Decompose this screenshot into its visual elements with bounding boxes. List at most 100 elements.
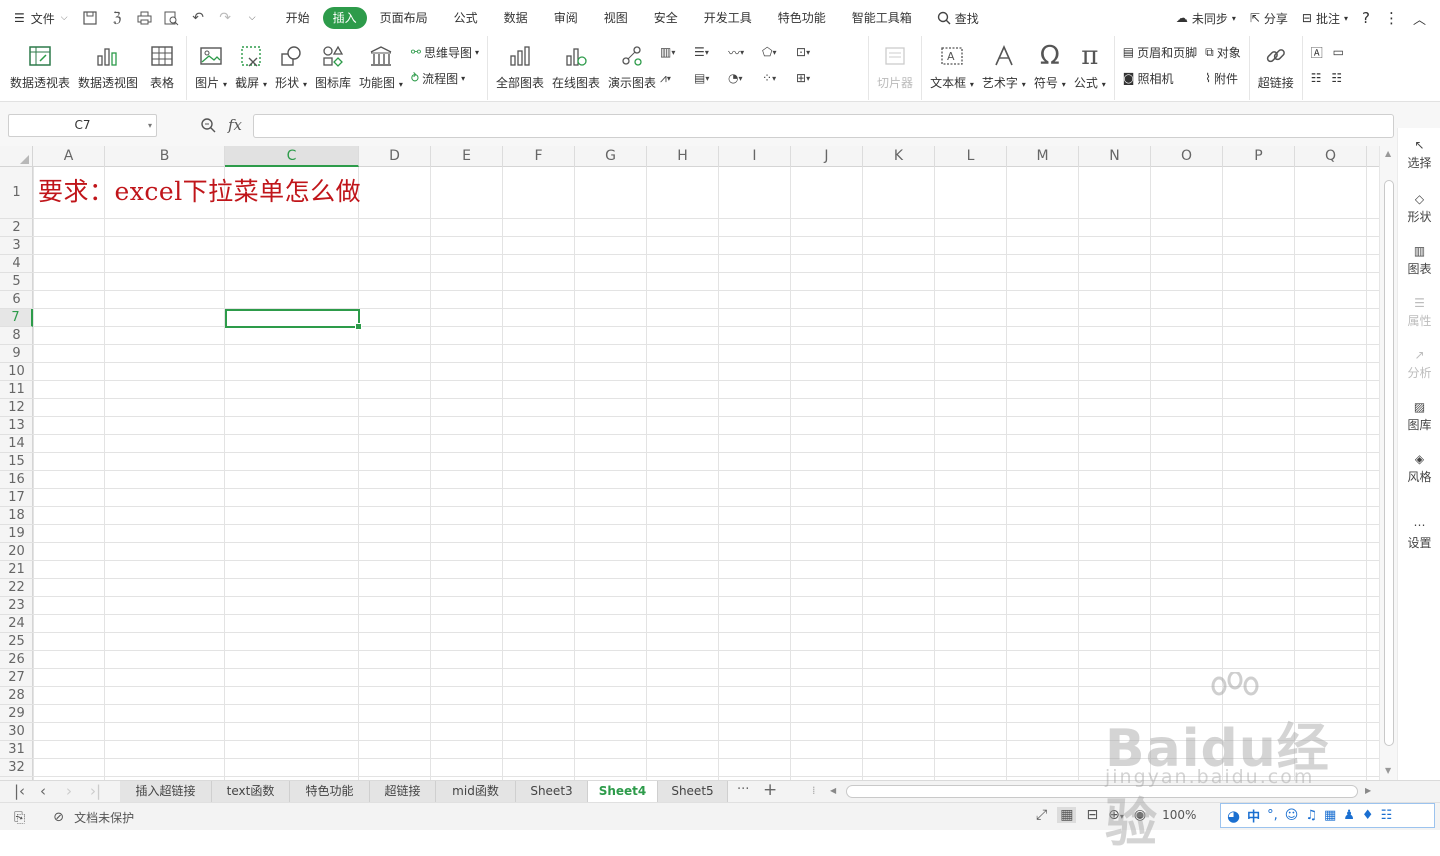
page-break-view-icon[interactable]: ⊟ — [1086, 807, 1098, 823]
sidebar-analysis-button[interactable]: ↗ 分析 — [1398, 346, 1440, 381]
shape-button[interactable]: 形状 ▾ — [271, 41, 311, 91]
row-header-9[interactable]: 9 — [0, 345, 33, 363]
row-header-7[interactable]: 7 — [0, 309, 33, 327]
hscroll-left-icon[interactable]: ◀ — [830, 786, 836, 795]
tab-security[interactable]: 安全 — [641, 7, 691, 29]
column-header-c[interactable]: C — [225, 146, 359, 167]
normal-view-icon[interactable]: ▦ — [1057, 807, 1077, 823]
sheet-tab-3[interactable]: 超链接 — [370, 781, 436, 802]
slicer-button[interactable]: 切片器 — [873, 41, 917, 91]
hyperlink-button[interactable]: 超链接 — [1254, 41, 1298, 91]
sidebar-gallery-button[interactable]: ▨ 图库 — [1398, 398, 1440, 433]
prev-sheet-icon[interactable]: ‹ — [40, 782, 46, 800]
more-options-icon[interactable]: ⋮ — [1384, 9, 1399, 27]
ime-punctuation-icon[interactable]: °, — [1267, 808, 1278, 823]
ime-skin-icon[interactable]: ♦ — [1362, 808, 1374, 823]
row-header-3[interactable]: 3 — [0, 237, 33, 255]
ime-menu-icon[interactable]: ☷ — [1381, 808, 1393, 823]
undo-icon[interactable]: ↶ — [186, 6, 211, 30]
protect-status[interactable]: 文档未保护 — [74, 809, 134, 826]
row-header-24[interactable]: 24 — [0, 615, 33, 633]
tab-insert[interactable]: 插入 — [322, 7, 367, 29]
sheet-tab-4[interactable]: mid函数 — [436, 781, 516, 802]
ime-language[interactable]: 中 — [1247, 806, 1260, 825]
tab-data[interactable]: 数据 — [491, 7, 541, 29]
textbox-small-icon[interactable]: 🄰 — [1311, 44, 1323, 61]
mind-map-button[interactable]: ⚯ 思维导图 ▾ — [411, 43, 479, 61]
camera-button[interactable]: ◙ 照相机 — [1123, 69, 1197, 87]
ime-voice-icon[interactable]: ♫ — [1305, 808, 1317, 823]
row-header-17[interactable]: 17 — [0, 489, 33, 507]
ime-emoji-icon[interactable]: ☺ — [1285, 808, 1299, 823]
row-header-12[interactable]: 12 — [0, 399, 33, 417]
row-header-8[interactable]: 8 — [0, 327, 33, 345]
cell-area[interactable] — [33, 167, 1379, 780]
format-painter-icon[interactable]: ℨ — [105, 6, 130, 30]
comment-button[interactable]: ⊟ 批注 ▾ — [1302, 10, 1348, 27]
column-header-q[interactable]: Q — [1295, 146, 1367, 167]
collapse-ribbon-icon[interactable]: ︿ — [1413, 9, 1426, 28]
symbol-button[interactable]: Ω 符号 ▾ — [1030, 41, 1070, 91]
combo-chart-icon[interactable]: ⊞ ▾ — [796, 69, 830, 87]
tab-special[interactable]: 特色功能 — [765, 7, 839, 29]
row-header-27[interactable]: 27 — [0, 669, 33, 687]
column-header-m[interactable]: M — [1007, 146, 1079, 167]
zoom-formula-icon[interactable] — [200, 117, 216, 133]
column-header-e[interactable]: E — [431, 146, 503, 167]
sidebar-more-button[interactable]: ⋯ 设置 — [1398, 516, 1440, 551]
sheet-tab-2[interactable]: 特色功能 — [290, 781, 370, 802]
help-icon[interactable]: ? — [1362, 9, 1370, 27]
pivot-table-button[interactable]: 数据透视表 — [6, 41, 74, 91]
row-header-14[interactable]: 14 — [0, 435, 33, 453]
row-header-13[interactable]: 13 — [0, 417, 33, 435]
row-header-25[interactable]: 25 — [0, 633, 33, 651]
icon-library-button[interactable]: 图标库 — [311, 41, 355, 91]
stacked-column-icon[interactable]: ▤ ▾ — [694, 69, 728, 87]
cell-a1[interactable]: 要求：excel下拉菜单怎么做 — [38, 172, 361, 208]
selected-cell-c7[interactable] — [225, 309, 362, 330]
list-small-icon[interactable]: ☷ — [1311, 71, 1322, 85]
radar-chart-icon[interactable]: ⬠ ▾ — [762, 43, 796, 61]
row-header-20[interactable]: 20 — [0, 543, 33, 561]
column-header-d[interactable]: D — [359, 146, 431, 167]
column-header-n[interactable]: N — [1079, 146, 1151, 167]
row-header-1[interactable]: 1 — [0, 167, 33, 219]
eye-protection-icon[interactable]: ◉ — [1134, 807, 1146, 823]
table-button[interactable]: 表格 — [142, 41, 182, 91]
header-footer-button[interactable]: ▤ 页眉和页脚 — [1123, 43, 1197, 61]
row-header-30[interactable]: 30 — [0, 723, 33, 741]
column-header-f[interactable]: F — [503, 146, 575, 167]
save-icon[interactable] — [78, 6, 103, 30]
scatter-chart-icon[interactable]: ⁘ ▾ — [762, 69, 796, 87]
sidebar-cursor-button[interactable]: ↖ 选择 — [1398, 136, 1440, 171]
tab-developer[interactable]: 开发工具 — [691, 7, 765, 29]
row-header-10[interactable]: 10 — [0, 363, 33, 381]
row-header-23[interactable]: 23 — [0, 597, 33, 615]
column-header-o[interactable]: O — [1151, 146, 1223, 167]
demo-chart-button[interactable]: 演示图表 — [604, 41, 660, 91]
sync-button[interactable]: ☁ 未同步 ▾ — [1176, 10, 1236, 27]
online-chart-button[interactable]: 在线图表 — [548, 41, 604, 91]
row-header-4[interactable]: 4 — [0, 255, 33, 273]
search-button[interactable]: 查找 — [937, 10, 979, 27]
last-sheet-icon[interactable]: ›| — [90, 782, 101, 800]
flow-chart-button[interactable]: ⥁ 流程图 ▾ — [411, 69, 479, 87]
list2-small-icon[interactable]: ☷ — [1331, 71, 1342, 85]
row-header-15[interactable]: 15 — [0, 453, 33, 471]
tab-smart-toolbox[interactable]: 智能工具箱 — [839, 7, 925, 29]
first-sheet-icon[interactable]: |‹ — [14, 782, 25, 800]
add-sheet-icon[interactable]: + — [763, 780, 777, 800]
all-charts-button[interactable]: 全部图表 — [492, 41, 548, 91]
sheet-tab-7[interactable]: Sheet5 — [658, 781, 728, 802]
frame-small-icon[interactable]: ▭ — [1333, 45, 1344, 59]
stock-chart-icon[interactable]: ⊡ ▾ — [796, 43, 830, 61]
customize-chevron-icon[interactable]: ⌵ — [240, 6, 265, 30]
file-menu-button[interactable]: ☰ 文件 ⌵ — [0, 10, 78, 27]
function-chart-button[interactable]: 功能图 ▾ — [355, 41, 407, 91]
object-button[interactable]: ⧉ 对象 — [1205, 43, 1241, 61]
column-header-g[interactable]: G — [575, 146, 647, 167]
hscroll-right-icon[interactable]: ▶ — [1365, 786, 1371, 795]
select-all-corner[interactable] — [0, 146, 33, 167]
sidebar-shape-button[interactable]: ◇ 形状 — [1398, 190, 1440, 225]
sidebar-properties-button[interactable]: ☰ 属性 — [1398, 294, 1440, 329]
